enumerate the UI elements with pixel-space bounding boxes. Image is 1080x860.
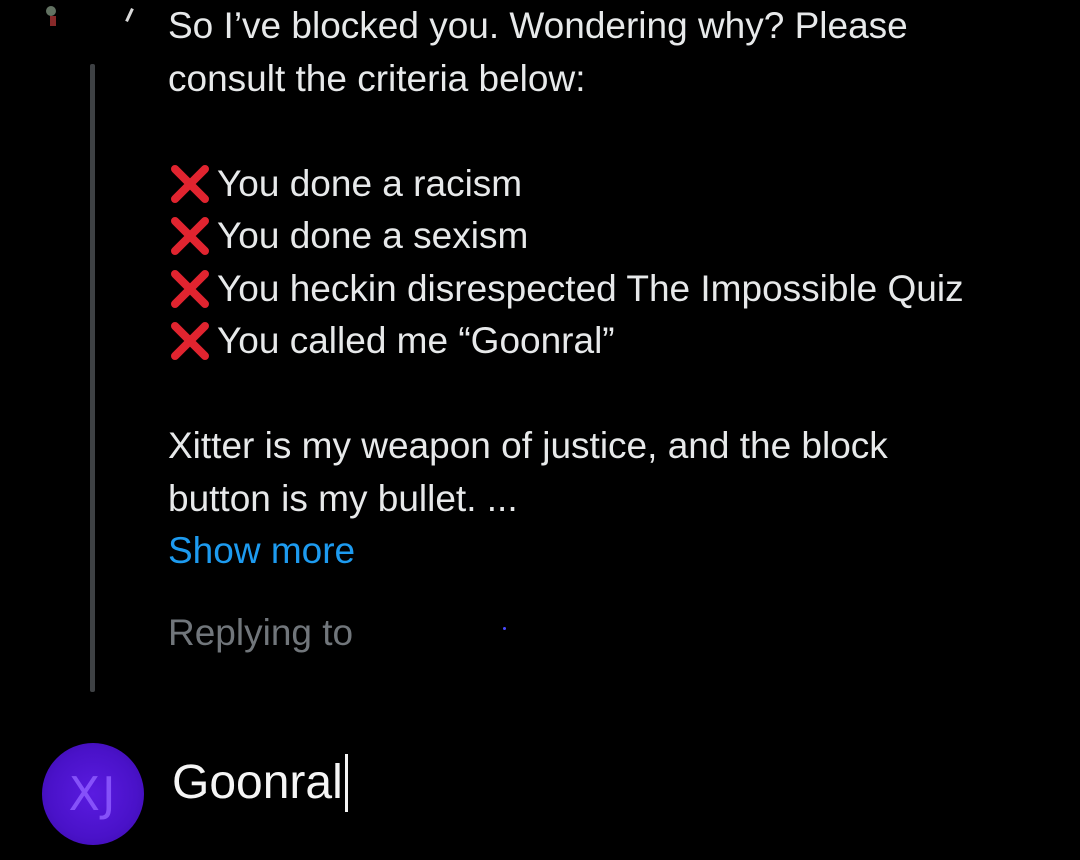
reply-input[interactable]: Goonral [172,748,1032,818]
text-cursor [344,754,348,812]
tweet-line: Xitter is my weapon of justice, and the … [168,425,888,466]
replying-to-label: Replying to [168,612,354,653]
criteria-text: You heckin disrespected The Impossible Q… [217,267,964,309]
reply-input-text: Goonral [172,756,343,809]
tweet-line: consult the criteria below: [168,57,586,99]
criteria-text: You called me “Goonral” [217,320,615,361]
avatar-initials: XJ [68,767,118,821]
criteria-text: You done a sexism [217,215,529,256]
show-more-link[interactable]: Show more [168,525,355,578]
criteria-item: You done a sexism [168,210,1048,263]
tweet-line: So I’ve blocked you. Wondering why? Plea… [168,5,908,46]
replying-to-handle[interactable] [363,625,513,645]
criteria-item: You done a racism [168,158,1048,211]
thread-connector-line [90,64,95,692]
criteria-text: You done a racism [217,162,523,204]
replying-to: Replying to [168,612,513,654]
tweet-text: So I’ve blocked you. Wondering why? Plea… [168,0,1048,578]
criteria-item: You called me “Goonral” [168,315,1048,368]
tweet-line: button is my bullet. ... [168,477,518,519]
user-avatar[interactable]: XJ [42,743,144,845]
cross-mark-icon [168,267,212,311]
cross-mark-icon [168,214,212,258]
cross-mark-icon [168,319,212,363]
previous-avatar-partial[interactable] [40,0,134,30]
cross-mark-icon [168,162,212,206]
criteria-item: You heckin disrespected The Impossible Q… [168,263,1048,316]
